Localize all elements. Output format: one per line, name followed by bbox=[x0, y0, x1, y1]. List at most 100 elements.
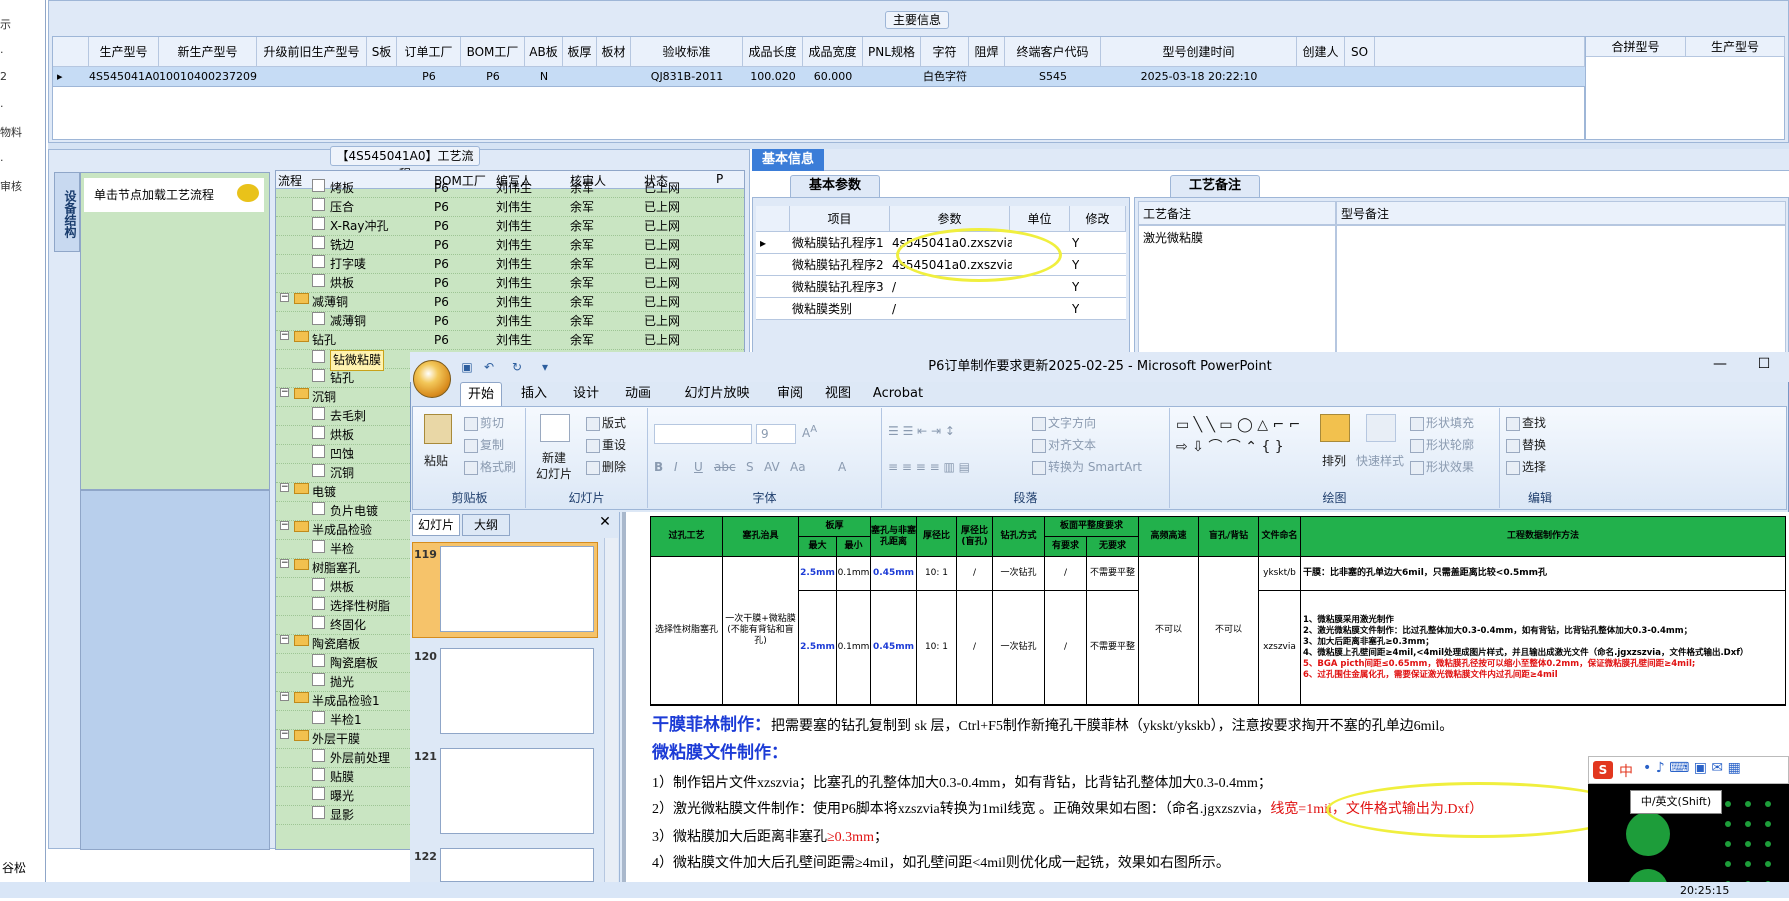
tab-review[interactable]: 审阅 bbox=[770, 382, 810, 406]
ime-mode-label[interactable]: 中 bbox=[1619, 761, 1633, 781]
cell[interactable]: 60.000 bbox=[803, 67, 863, 87]
left-strip-item[interactable]: · bbox=[0, 154, 4, 167]
delete-slide-button[interactable]: 删除 bbox=[586, 458, 626, 475]
reset-button[interactable]: 重设 bbox=[586, 436, 626, 453]
scrollbar[interactable] bbox=[604, 538, 618, 898]
slide-thumbnail[interactable] bbox=[440, 546, 594, 632]
collapse-icon[interactable]: − bbox=[280, 521, 289, 530]
ime-logo-icon[interactable]: S bbox=[1593, 761, 1613, 779]
slide-thumbnail[interactable] bbox=[440, 748, 594, 834]
column-header[interactable]: 阻焊 bbox=[969, 37, 1005, 67]
font-name-dropdown[interactable] bbox=[654, 424, 752, 444]
column-header[interactable]: 型号备注 bbox=[1336, 201, 1786, 225]
chat-bubble-icon[interactable] bbox=[237, 184, 259, 202]
param-value[interactable]: / bbox=[892, 298, 1012, 320]
tree-node-label[interactable]: 显影 bbox=[330, 806, 354, 825]
tree-node-label[interactable]: 选择性树脂 bbox=[330, 597, 390, 616]
quick-styles-button[interactable]: 快速样式 bbox=[1356, 452, 1404, 469]
collapse-icon[interactable]: − bbox=[280, 559, 289, 568]
cell[interactable]: 白色字符 bbox=[921, 67, 969, 87]
tree-node-label[interactable]: 钻孔 bbox=[312, 331, 336, 350]
tree-node-label[interactable]: 凹蚀 bbox=[330, 445, 354, 464]
tree-node-label[interactable]: 减薄铜 bbox=[312, 293, 348, 312]
column-header[interactable]: 成品宽度 bbox=[803, 37, 863, 67]
quick-styles-icon[interactable] bbox=[1366, 414, 1396, 442]
column-header[interactable]: SO bbox=[1345, 37, 1375, 67]
format-painter-button[interactable]: 格式刷 bbox=[464, 458, 516, 475]
process-notes-field[interactable]: 激光微粘膜 bbox=[1138, 225, 1336, 353]
cell[interactable]: N bbox=[525, 67, 563, 87]
char-spacing-icon[interactable]: AV bbox=[764, 460, 780, 474]
align-text-button[interactable]: 对齐文本 bbox=[1032, 436, 1096, 453]
grow-font-icon[interactable]: AA bbox=[802, 424, 817, 440]
cell[interactable]: P6 bbox=[397, 67, 461, 87]
paste-button[interactable]: 粘贴 bbox=[424, 452, 448, 469]
left-strip-item[interactable]: 审核 bbox=[0, 178, 22, 194]
column-header[interactable]: 板厚 bbox=[563, 37, 597, 67]
tree-node-label[interactable]: 贴膜 bbox=[330, 768, 354, 787]
param-edit[interactable]: Y bbox=[1072, 254, 1079, 276]
tree-node-label[interactable]: 负片电镀 bbox=[330, 502, 378, 521]
tree-row[interactable]: − 钻孔 P6 刘伟生 余军 已上网 bbox=[276, 331, 744, 350]
minimize-icon[interactable]: — bbox=[1710, 356, 1730, 376]
shape-effects-button[interactable]: 形状效果 bbox=[1410, 458, 1474, 475]
column-header[interactable]: 创建人 bbox=[1297, 37, 1345, 67]
copy-button[interactable]: 复制 bbox=[464, 436, 504, 453]
param-row[interactable]: 微粘膜类别 / Y bbox=[756, 298, 1126, 320]
left-strip-item[interactable]: · bbox=[0, 46, 4, 59]
bullets-icon[interactable]: ☰ ☰ ⇤ ⇥ ↕ bbox=[888, 424, 955, 438]
paste-icon[interactable] bbox=[424, 414, 452, 444]
font-color-icon[interactable]: A bbox=[838, 460, 846, 474]
tab-insert[interactable]: 插入 bbox=[514, 382, 554, 406]
column-header[interactable]: BOM工厂 bbox=[461, 37, 525, 67]
tree-node-label[interactable]: 半检1 bbox=[330, 711, 362, 730]
column-header[interactable]: 订单工厂 bbox=[397, 37, 461, 67]
collapse-icon[interactable]: − bbox=[280, 692, 289, 701]
maximize-icon[interactable]: ☐ bbox=[1754, 356, 1774, 376]
find-button[interactable]: 查找 bbox=[1506, 414, 1546, 431]
tree-node-label[interactable]: 半成品检验1 bbox=[312, 692, 380, 711]
table-row[interactable]: ▸ 4S545041A0 10010400237209 P6 P6 N QJ83… bbox=[53, 67, 1585, 87]
collapse-icon[interactable]: − bbox=[280, 388, 289, 397]
column-header[interactable]: 字符 bbox=[921, 37, 969, 67]
tree-node-label[interactable]: 铣边 bbox=[330, 236, 354, 255]
tree-node-label[interactable]: 外层前处理 bbox=[330, 749, 390, 768]
column-header[interactable]: 合拼型号 bbox=[1586, 37, 1686, 57]
cell[interactable]: 10010400237209 bbox=[159, 67, 257, 87]
ime-toolbar[interactable]: S 中 • ♪ ⌨ ▣ ✉ ▦ bbox=[1588, 756, 1789, 784]
tree-node-label[interactable]: 陶瓷磨板 bbox=[312, 635, 360, 654]
column-header[interactable]: 验收标准 bbox=[631, 37, 743, 67]
tree-node-label[interactable]: 曝光 bbox=[330, 787, 354, 806]
text-direction-button[interactable]: 文字方向 bbox=[1032, 414, 1096, 431]
strikethrough-icon[interactable]: abc bbox=[714, 460, 736, 474]
underline-icon[interactable]: U bbox=[694, 460, 703, 474]
collapse-icon[interactable]: − bbox=[280, 293, 289, 302]
tab-process-notes[interactable]: 工艺备注 bbox=[1170, 175, 1260, 197]
tree-node-label[interactable]: 烘板 bbox=[330, 578, 354, 597]
tree-node-label[interactable]: 减薄铜 bbox=[330, 312, 366, 331]
shape-outline-button[interactable]: 形状轮廓 bbox=[1410, 436, 1474, 453]
cell[interactable]: 4S545041A0 bbox=[89, 67, 159, 87]
smartart-button[interactable]: 转换为 SmartArt bbox=[1032, 458, 1142, 475]
param-edit[interactable]: Y bbox=[1072, 276, 1079, 298]
tree-node-label[interactable]: 外层干膜 bbox=[312, 730, 360, 749]
tree-node-label[interactable]: 沉铜 bbox=[330, 464, 354, 483]
tab-basic-params[interactable]: 基本参数 bbox=[790, 175, 880, 197]
tree-node-label[interactable]: 钻孔 bbox=[330, 369, 354, 388]
layout-button[interactable]: 版式 bbox=[586, 414, 626, 431]
tree-node-label[interactable]: 半检 bbox=[330, 540, 354, 559]
column-header[interactable]: 生产型号 bbox=[89, 37, 159, 67]
tree-row[interactable]: 减薄铜 P6 刘伟生 余军 已上网 bbox=[276, 312, 744, 331]
tab-outline[interactable]: 大纲 bbox=[462, 514, 510, 536]
column-header[interactable]: 板材 bbox=[597, 37, 631, 67]
ime-icons[interactable]: • ♪ ⌨ ▣ ✉ ▦ bbox=[1643, 760, 1741, 776]
change-case-icon[interactable]: Aa bbox=[790, 460, 806, 474]
replace-button[interactable]: 替换 bbox=[1506, 436, 1546, 453]
param-edit[interactable]: Y bbox=[1072, 232, 1079, 254]
tree-row[interactable]: − 减薄铜 P6 刘伟生 余军 已上网 bbox=[276, 293, 744, 312]
redo-icon[interactable]: ↻ bbox=[508, 358, 526, 376]
left-strip-item[interactable]: 示 bbox=[0, 16, 11, 32]
tree-node-label[interactable]: 陶瓷磨板 bbox=[330, 654, 378, 673]
shape-fill-button[interactable]: 形状填充 bbox=[1410, 414, 1474, 431]
column-header[interactable]: 新生产型号 bbox=[159, 37, 257, 67]
